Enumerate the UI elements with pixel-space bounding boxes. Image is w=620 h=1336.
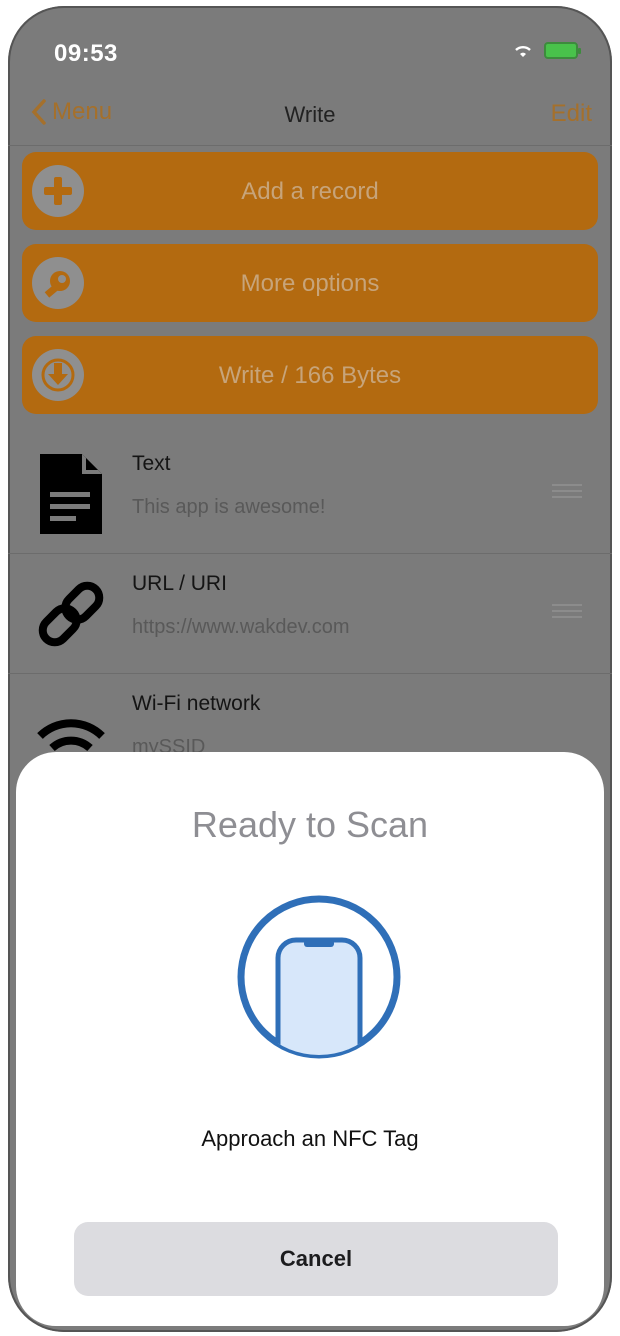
edit-button[interactable]: Edit [551,100,592,128]
record-row-url[interactable]: URL / URI https://www.wakdev.com [8,554,612,674]
status-icons [512,42,581,59]
wifi-status-icon [515,45,531,57]
sheet-title: Ready to Scan [191,804,429,845]
nfc-scan-sheet: Ready to Scan Approach an NFC Tag Cancel [16,752,604,1326]
record-subtitle: https://www.wakdev.com [132,616,350,638]
battery-icon [544,42,581,59]
record-row-text[interactable]: Text This app is awesome! [8,434,612,554]
record-title: URL / URI [132,572,227,595]
add-record-button[interactable]: Add a record [22,152,598,230]
add-record-label: Add a record [241,178,379,205]
record-title: Wi-Fi network [132,692,261,715]
sheet-message: Approach an NFC Tag [201,1126,419,1151]
record-subtitle: This app is awesome! [132,496,326,518]
more-options-button[interactable]: More options [22,244,598,322]
document-icon [40,454,102,534]
status-time: 09:53 [54,40,118,67]
cancel-button[interactable]: Cancel [74,1222,558,1296]
screen-background: 09:53 Menu Write Edit Add a record More … [8,6,612,1332]
write-button[interactable]: Write / 166 Bytes [22,336,598,414]
reorder-handle-icon[interactable] [552,604,582,618]
write-label: Write / 166 Bytes [218,362,402,389]
navigation-bar: Menu Write Edit [8,86,612,146]
record-title: Text [132,452,171,475]
more-options-label: More options [240,270,380,297]
reorder-handle-icon[interactable] [552,484,582,498]
page-title: Write [284,102,336,127]
phone-scan-icon [237,895,401,1059]
link-icon [38,581,104,647]
